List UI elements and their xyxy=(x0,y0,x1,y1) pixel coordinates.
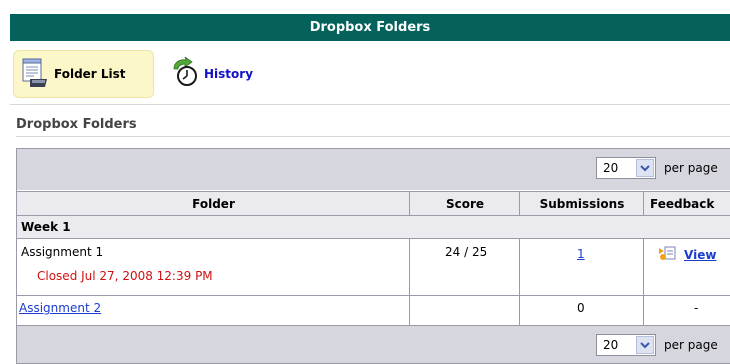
column-header-label: Submissions xyxy=(539,196,625,211)
page-size-value: 20 xyxy=(603,338,619,352)
history-label: History xyxy=(204,67,254,81)
feedback-empty: - xyxy=(694,301,699,315)
grid-divider xyxy=(519,239,520,325)
page-header-title: Dropbox Folders xyxy=(309,20,431,35)
submissions-link[interactable]: 1 xyxy=(577,247,585,261)
page-size-value: 20 xyxy=(603,161,619,175)
column-header-label: Score xyxy=(445,196,485,211)
column-header-label: Feedback xyxy=(650,196,715,211)
folder-list-icon xyxy=(20,57,50,92)
folders-grid: 20 per page Folder Score Submissions Fee… xyxy=(16,148,730,364)
toolbar: Folder List History xyxy=(10,50,730,102)
section-title: Dropbox Folders xyxy=(16,117,137,132)
chevron-down-icon xyxy=(636,336,654,354)
section-divider xyxy=(16,136,730,137)
toolbar-divider xyxy=(10,104,730,105)
column-header-folder[interactable]: Folder xyxy=(17,191,410,216)
folder-link[interactable]: Assignment 2 xyxy=(19,301,101,315)
folder-list-button[interactable]: Folder List xyxy=(13,50,154,98)
pager-top: 20 per page xyxy=(17,149,730,190)
column-header-feedback[interactable]: Feedback xyxy=(644,191,730,216)
column-header-score[interactable]: Score xyxy=(410,191,520,216)
grid-divider xyxy=(643,191,644,216)
per-page-label: per page xyxy=(664,338,718,352)
row-divider xyxy=(17,295,730,296)
folder-name: Assignment 1 xyxy=(21,245,104,259)
grid-divider xyxy=(409,239,410,325)
history-clock-icon xyxy=(170,55,200,92)
page-size-control-top: 20 per page xyxy=(596,157,718,179)
score-value: 24 / 25 xyxy=(445,245,488,259)
group-row-week-1: Week 1 xyxy=(17,216,730,239)
pager-bottom: 20 per page xyxy=(17,325,730,363)
history-button[interactable]: History xyxy=(170,50,290,98)
chevron-down-icon xyxy=(636,159,654,177)
feedback-view-link[interactable]: View xyxy=(684,248,716,262)
column-header-label: Folder xyxy=(192,196,235,211)
grid-divider xyxy=(519,191,520,216)
per-page-label: per page xyxy=(664,161,718,175)
folder-list-label: Folder List xyxy=(54,67,126,81)
feedback-cell: View xyxy=(658,244,716,265)
page-size-select-bottom[interactable]: 20 xyxy=(596,334,656,356)
feedback-view-icon[interactable] xyxy=(658,244,678,265)
folder-status: Closed Jul 27, 2008 12:39 PM xyxy=(37,269,213,283)
column-header-submissions[interactable]: Submissions xyxy=(520,191,644,216)
group-label: Week 1 xyxy=(21,220,71,234)
page-header: Dropbox Folders xyxy=(10,14,730,41)
page-size-control-bottom: 20 per page xyxy=(596,334,718,356)
grid-divider xyxy=(643,239,644,325)
grid-divider xyxy=(409,191,410,216)
page-size-select-top[interactable]: 20 xyxy=(596,157,656,179)
submissions-count: 0 xyxy=(577,301,585,315)
